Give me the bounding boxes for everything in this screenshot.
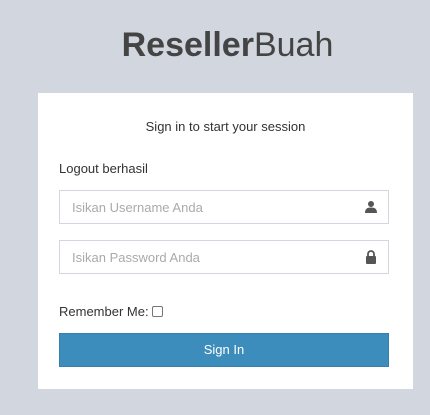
remember-me-label: Remember Me: <box>59 304 149 319</box>
app-logo: ResellerBuah <box>0 22 430 68</box>
username-field <box>59 190 389 224</box>
logout-status-message: Logout berhasil <box>59 161 148 176</box>
logo-light-text: Buah <box>253 26 334 64</box>
login-box-message: Sign in to start your session <box>145 119 306 134</box>
logo-bold-text: Reseller <box>121 26 254 64</box>
password-field <box>59 240 389 274</box>
lock-icon <box>366 250 376 264</box>
password-input[interactable] <box>60 241 352 273</box>
login-box: Sign in to start your session Logout ber… <box>38 93 413 389</box>
remember-me-checkbox[interactable] <box>151 306 163 317</box>
remember-me-row: Remember Me: <box>59 304 163 319</box>
sign-in-button[interactable]: Sign In <box>59 333 389 367</box>
user-icon <box>365 201 377 213</box>
username-input[interactable] <box>60 191 352 223</box>
